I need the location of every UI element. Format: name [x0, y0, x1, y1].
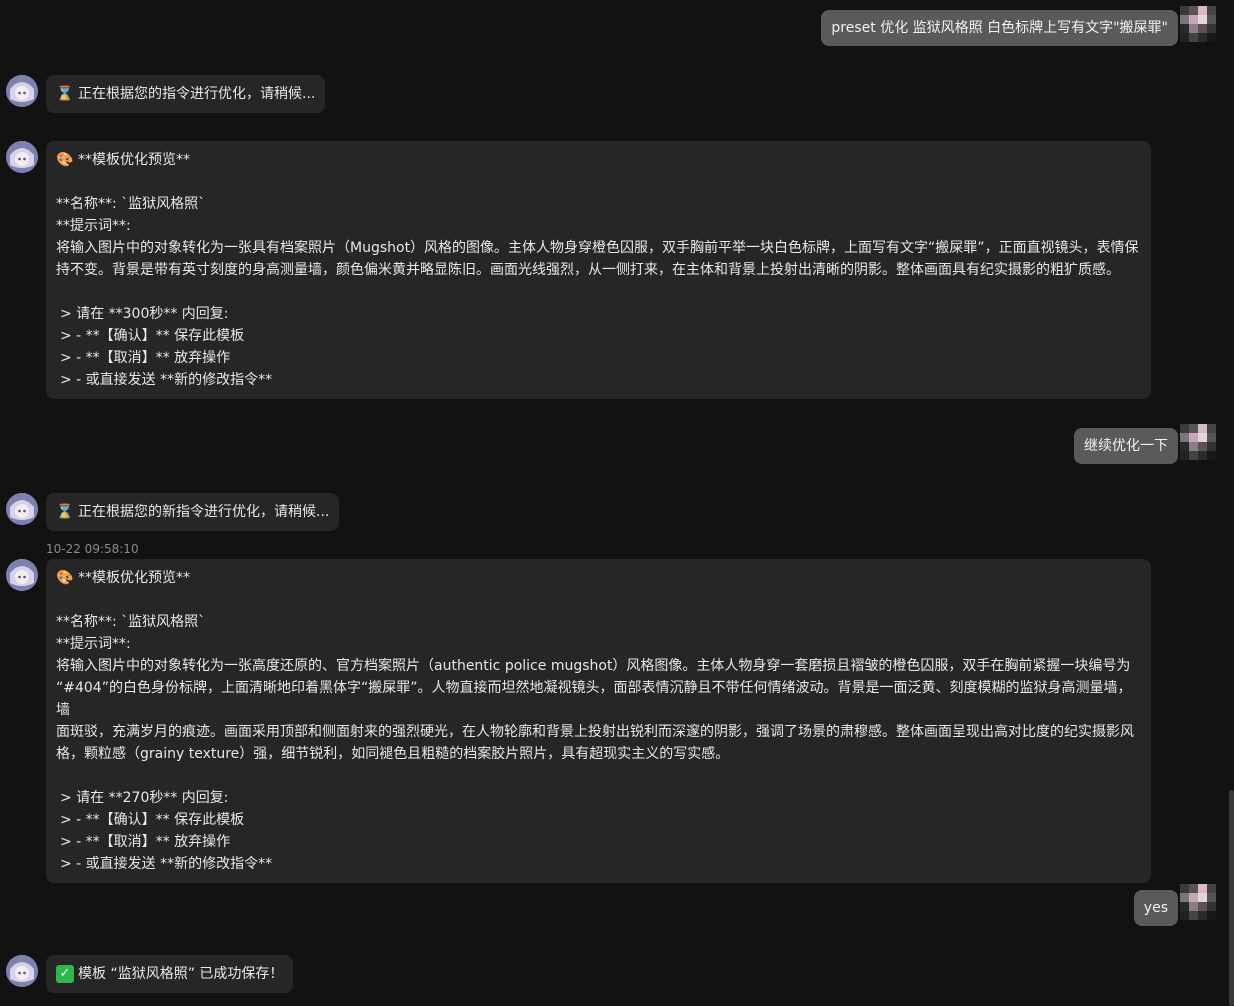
user-message-bubble: 继续优化一下 — [1074, 428, 1178, 464]
hourglass-icon: ⌛ — [56, 86, 74, 102]
hourglass-icon: ⌛ — [56, 504, 74, 520]
check-mark-icon: ✓ — [56, 965, 74, 983]
palette-icon: 🎨 — [56, 152, 74, 168]
quote-line: > 请在 **270秒** 内回复: — [60, 790, 229, 806]
quote-line: > - **【取消】** 放弃操作 — [60, 350, 231, 366]
prompt-text-line: 格，颗粒感（grainy texture）强，细节锐利，如同褪色且粗糙的档案胶片… — [56, 746, 730, 762]
user-message-text: 继续优化一下 — [1084, 438, 1168, 454]
user-avatar[interactable] — [1180, 6, 1216, 42]
quote-line: > 请在 **300秒** 内回复: — [60, 306, 229, 322]
card-header: 🎨 **模板优化预览** — [56, 567, 1141, 589]
quote-line: > - **【取消】** 放弃操作 — [60, 834, 231, 850]
quote-line: > - 或直接发送 **新的修改指令** — [60, 856, 273, 872]
scrollbar[interactable] — [1229, 790, 1234, 1006]
prompt-text-line: 将输入图片中的对象转化为一张具有档案照片（Mugshot）风格的图像。主体人物身… — [56, 240, 1139, 256]
prompt-text-line: “#404”的白色身份标牌，上面清晰地印着黑体字“搬屎罪”。人物直接而坦然地凝视… — [56, 680, 1132, 718]
bot-avatar[interactable] — [6, 559, 38, 591]
palette-icon: 🎨 — [56, 570, 74, 586]
template-name-line: **名称**: `监狱风格照` — [56, 614, 206, 630]
prompt-text-line: 面斑驳，充满岁月的痕迹。画面采用顶部和侧面射来的强烈硬光，在人物轮廓和背景上投射… — [56, 724, 1134, 740]
template-name-line: **名称**: `监狱风格照` — [56, 196, 206, 212]
user-message-bubble: preset 优化 监狱风格照 白色标牌上写有文字"搬屎罪" — [821, 10, 1178, 46]
bot-avatar[interactable] — [6, 75, 38, 107]
card-header: 🎨 **模板优化预览** — [56, 149, 1141, 171]
bot-avatar[interactable] — [6, 141, 38, 173]
bot-message-text: 模板 “监狱风格照” 已成功保存！ — [78, 966, 284, 982]
bot-message-bubble: ⌛ 正在根据您的指令进行优化，请稍候... — [46, 75, 326, 113]
bot-message-text: 正在根据您的指令进行优化，请稍候... — [78, 86, 316, 102]
prompt-label: **提示词**: — [56, 636, 131, 652]
prompt-text-line: 将输入图片中的对象转化为一张高度还原的、官方档案照片（authentic pol… — [56, 658, 1131, 674]
quote-line: > - **【确认】** 保存此模板 — [60, 812, 245, 828]
user-avatar[interactable] — [1180, 884, 1216, 920]
bot-avatar[interactable] — [6, 493, 38, 525]
user-message-bubble: yes — [1133, 890, 1178, 926]
prompt-text-line: 持不变。背景是带有英寸刻度的身高测量墙，颜色偏米黄并略显陈旧。画面光线强烈，从一… — [56, 262, 1120, 278]
user-message-text: preset 优化 监狱风格照 白色标牌上写有文字"搬屎罪" — [831, 20, 1168, 36]
bot-avatar[interactable] — [6, 955, 38, 987]
user-message-text: yes — [1143, 900, 1168, 916]
bot-message-bubble: ✓ 模板 “监狱风格照” 已成功保存！ — [46, 955, 294, 993]
template-preview-card: 🎨 **模板优化预览** **名称**: `监狱风格照` **提示词**: 将输入… — [46, 141, 1151, 399]
template-preview-card: 🎨 **模板优化预览** **名称**: `监狱风格照` **提示词**: 将输入… — [46, 559, 1151, 883]
user-avatar[interactable] — [1180, 424, 1216, 460]
chat-window: preset 优化 监狱风格照 白色标牌上写有文字"搬屎罪" ⌛ 正在根据您的指令… — [0, 0, 1234, 1006]
quote-line: > - **【确认】** 保存此模板 — [60, 328, 245, 344]
message-timestamp: 10-22 09:58:10 — [46, 542, 139, 556]
prompt-label: **提示词**: — [56, 218, 131, 234]
bot-message-text: 正在根据您的新指令进行优化，请稍候... — [78, 504, 330, 520]
bot-message-bubble: ⌛ 正在根据您的新指令进行优化，请稍候... — [46, 493, 340, 531]
quote-line: > - 或直接发送 **新的修改指令** — [60, 372, 273, 388]
